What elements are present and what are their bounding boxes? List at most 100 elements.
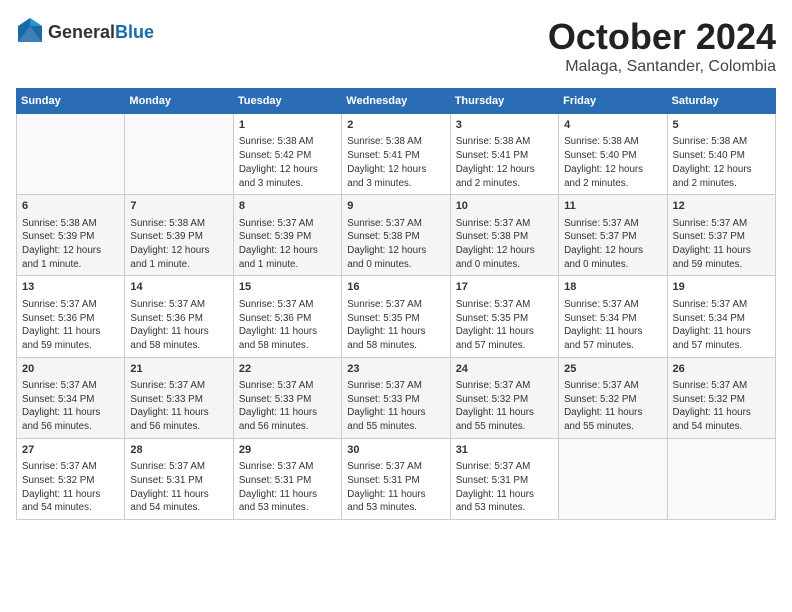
day-info: Sunrise: 5:37 AM Sunset: 5:31 PM Dayligh… (456, 460, 553, 515)
calendar-table: SundayMondayTuesdayWednesdayThursdayFrid… (16, 88, 776, 520)
day-number: 11 (564, 199, 661, 214)
calendar-cell: 28 Sunrise: 5:37 AM Sunset: 5:31 PM Dayli… (125, 438, 233, 519)
day-number: 15 (239, 280, 336, 295)
day-info: Sunrise: 5:38 AM Sunset: 5:40 PM Dayligh… (673, 135, 770, 190)
day-info: Sunrise: 5:38 AM Sunset: 5:40 PM Dayligh… (564, 135, 661, 190)
day-info: Sunrise: 5:37 AM Sunset: 5:31 PM Dayligh… (239, 460, 336, 515)
calendar-cell: 11Sunrise: 5:37 AM Sunset: 5:37 PM Dayli… (559, 195, 667, 276)
calendar-cell: 23Sunrise: 5:37 AM Sunset: 5:33 PM Dayli… (342, 357, 450, 438)
day-info: Sunrise: 5:37 AM Sunset: 5:34 PM Dayligh… (22, 379, 119, 434)
day-info: Sunrise: 5:37 AM Sunset: 5:32 PM Dayligh… (564, 379, 661, 434)
day-number: 18 (564, 280, 661, 295)
calendar-cell (17, 114, 125, 195)
day-info: Sunrise: 5:37 AM Sunset: 5:35 PM Dayligh… (456, 298, 553, 353)
day-number: 28 (130, 443, 227, 458)
location-title: Malaga, Santander, Colombia (548, 58, 776, 76)
day-number: 1 (239, 118, 336, 133)
calendar-cell: 24 Sunrise: 5:37 AM Sunset: 5:32 PM Dayli… (450, 357, 558, 438)
logo-text: GeneralBlue (48, 23, 154, 43)
day-number: 12 (673, 199, 770, 214)
calendar-cell: 18 Sunrise: 5:37 AM Sunset: 5:34 PM Dayli… (559, 276, 667, 357)
day-info: Sunrise: 5:37 AM Sunset: 5:37 PM Dayligh… (673, 217, 770, 272)
calendar-cell: 9Sunrise: 5:37 AM Sunset: 5:38 PM Daylig… (342, 195, 450, 276)
calendar-cell: 5 Sunrise: 5:38 AM Sunset: 5:40 PM Daylig… (667, 114, 775, 195)
page-header: GeneralBlue October 2024 Malaga, Santand… (16, 16, 776, 76)
day-info: Sunrise: 5:37 AM Sunset: 5:31 PM Dayligh… (347, 460, 444, 515)
weekday-header-wednesday: Wednesday (342, 89, 450, 114)
calendar-cell: 26 Sunrise: 5:37 AM Sunset: 5:32 PM Dayli… (667, 357, 775, 438)
day-number: 5 (673, 118, 770, 133)
day-info: Sunrise: 5:38 AM Sunset: 5:39 PM Dayligh… (130, 217, 227, 272)
day-info: Sunrise: 5:37 AM Sunset: 5:32 PM Dayligh… (456, 379, 553, 434)
day-info: Sunrise: 5:37 AM Sunset: 5:36 PM Dayligh… (239, 298, 336, 353)
calendar-cell: 21 Sunrise: 5:37 AM Sunset: 5:33 PM Dayli… (125, 357, 233, 438)
calendar-cell: 12 Sunrise: 5:37 AM Sunset: 5:37 PM Dayli… (667, 195, 775, 276)
day-number: 6 (22, 199, 119, 214)
calendar-cell: 17 Sunrise: 5:37 AM Sunset: 5:35 PM Dayli… (450, 276, 558, 357)
day-number: 27 (22, 443, 119, 458)
calendar-body: 1Sunrise: 5:38 AM Sunset: 5:42 PM Daylig… (17, 114, 776, 520)
day-info: Sunrise: 5:37 AM Sunset: 5:35 PM Dayligh… (347, 298, 444, 353)
calendar-cell: 3 Sunrise: 5:38 AM Sunset: 5:41 PM Daylig… (450, 114, 558, 195)
calendar-cell: 29Sunrise: 5:37 AM Sunset: 5:31 PM Dayli… (233, 438, 341, 519)
day-number: 21 (130, 362, 227, 377)
day-number: 23 (347, 362, 444, 377)
day-info: Sunrise: 5:37 AM Sunset: 5:34 PM Dayligh… (564, 298, 661, 353)
weekday-header-thursday: Thursday (450, 89, 558, 114)
calendar-cell: 2Sunrise: 5:38 AM Sunset: 5:41 PM Daylig… (342, 114, 450, 195)
day-number: 14 (130, 280, 227, 295)
calendar-cell: 6 Sunrise: 5:38 AM Sunset: 5:39 PM Daylig… (17, 195, 125, 276)
day-number: 20 (22, 362, 119, 377)
weekday-header-tuesday: Tuesday (233, 89, 341, 114)
day-info: Sunrise: 5:37 AM Sunset: 5:39 PM Dayligh… (239, 217, 336, 272)
day-number: 16 (347, 280, 444, 295)
day-number: 17 (456, 280, 553, 295)
calendar-cell: 25 Sunrise: 5:37 AM Sunset: 5:32 PM Dayli… (559, 357, 667, 438)
calendar-week-2: 6 Sunrise: 5:38 AM Sunset: 5:39 PM Daylig… (17, 195, 776, 276)
calendar-cell: 7Sunrise: 5:38 AM Sunset: 5:39 PM Daylig… (125, 195, 233, 276)
calendar-week-5: 27 Sunrise: 5:37 AM Sunset: 5:32 PM Dayli… (17, 438, 776, 519)
day-info: Sunrise: 5:37 AM Sunset: 5:32 PM Dayligh… (22, 460, 119, 515)
day-number: 4 (564, 118, 661, 133)
day-number: 13 (22, 280, 119, 295)
calendar-cell (559, 438, 667, 519)
calendar-header-row: SundayMondayTuesdayWednesdayThursdayFrid… (17, 89, 776, 114)
weekday-header-friday: Friday (559, 89, 667, 114)
calendar-cell: 1Sunrise: 5:38 AM Sunset: 5:42 PM Daylig… (233, 114, 341, 195)
weekday-header-sunday: Sunday (17, 89, 125, 114)
day-number: 24 (456, 362, 553, 377)
day-number: 22 (239, 362, 336, 377)
calendar-cell: 8Sunrise: 5:37 AM Sunset: 5:39 PM Daylig… (233, 195, 341, 276)
calendar-cell (125, 114, 233, 195)
day-number: 25 (564, 362, 661, 377)
calendar-cell (667, 438, 775, 519)
calendar-cell: 13Sunrise: 5:37 AM Sunset: 5:36 PM Dayli… (17, 276, 125, 357)
calendar-cell: 15 Sunrise: 5:37 AM Sunset: 5:36 PM Dayli… (233, 276, 341, 357)
calendar-cell: 22 Sunrise: 5:37 AM Sunset: 5:33 PM Dayli… (233, 357, 341, 438)
logo-icon (16, 16, 44, 49)
calendar-week-4: 20 Sunrise: 5:37 AM Sunset: 5:34 PM Dayli… (17, 357, 776, 438)
weekday-header-saturday: Saturday (667, 89, 775, 114)
day-number: 26 (673, 362, 770, 377)
day-info: Sunrise: 5:37 AM Sunset: 5:33 PM Dayligh… (239, 379, 336, 434)
day-info: Sunrise: 5:37 AM Sunset: 5:34 PM Dayligh… (673, 298, 770, 353)
calendar-cell: 20 Sunrise: 5:37 AM Sunset: 5:34 PM Dayli… (17, 357, 125, 438)
day-number: 10 (456, 199, 553, 214)
calendar-cell: 30Sunrise: 5:37 AM Sunset: 5:31 PM Dayli… (342, 438, 450, 519)
day-number: 3 (456, 118, 553, 133)
calendar-cell: 31 Sunrise: 5:37 AM Sunset: 5:31 PM Dayli… (450, 438, 558, 519)
day-info: Sunrise: 5:37 AM Sunset: 5:36 PM Dayligh… (130, 298, 227, 353)
day-info: Sunrise: 5:37 AM Sunset: 5:38 PM Dayligh… (347, 217, 444, 272)
day-info: Sunrise: 5:38 AM Sunset: 5:41 PM Dayligh… (456, 135, 553, 190)
day-info: Sunrise: 5:37 AM Sunset: 5:31 PM Dayligh… (130, 460, 227, 515)
weekday-header-monday: Monday (125, 89, 233, 114)
day-info: Sunrise: 5:38 AM Sunset: 5:39 PM Dayligh… (22, 217, 119, 272)
day-number: 19 (673, 280, 770, 295)
title-area: October 2024 Malaga, Santander, Colombia (548, 16, 776, 76)
day-info: Sunrise: 5:38 AM Sunset: 5:41 PM Dayligh… (347, 135, 444, 190)
calendar-cell: 4 Sunrise: 5:38 AM Sunset: 5:40 PM Daylig… (559, 114, 667, 195)
day-info: Sunrise: 5:37 AM Sunset: 5:32 PM Dayligh… (673, 379, 770, 434)
day-info: Sunrise: 5:37 AM Sunset: 5:33 PM Dayligh… (130, 379, 227, 434)
day-number: 31 (456, 443, 553, 458)
logo: GeneralBlue (16, 16, 154, 49)
